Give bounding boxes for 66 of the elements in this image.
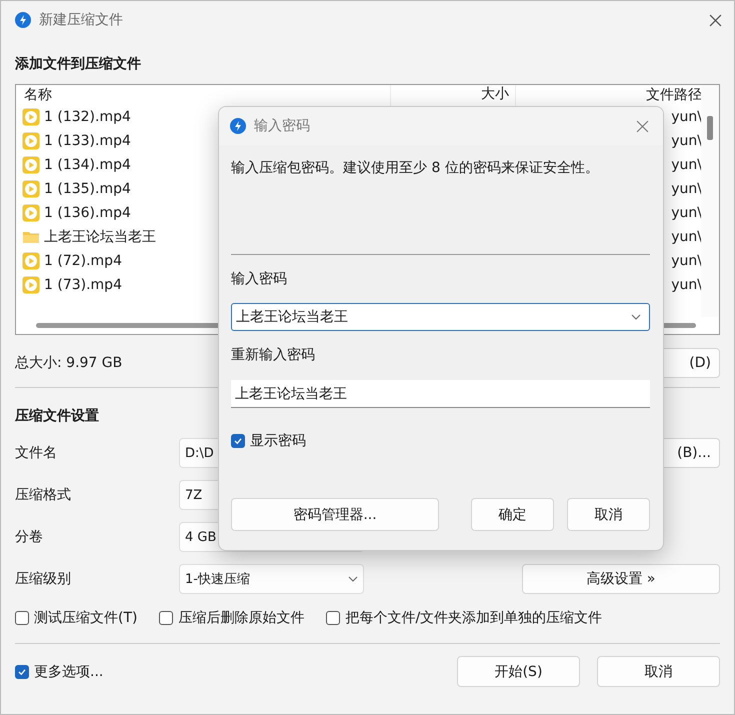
section-heading: 压缩文件设置 (15, 407, 100, 426)
checkbox-label[interactable]: 把每个文件/文件夹添加到单独的压缩文件 (345, 609, 602, 627)
start-button[interactable]: 开始(S) (457, 656, 580, 687)
video-file-icon (22, 132, 40, 150)
file-path: yun\ (671, 157, 702, 173)
section-heading: 添加文件到压缩文件 (15, 55, 142, 74)
field-label: 压缩格式 (15, 486, 72, 504)
app-icon (15, 12, 31, 28)
file-path: yun\ (671, 133, 702, 149)
video-file-icon (22, 204, 40, 222)
file-path: yun\ (671, 229, 702, 245)
file-name[interactable]: 1 (73).mp4 (44, 277, 122, 293)
vertical-scrollbar[interactable] (701, 85, 719, 317)
caret-icon (348, 576, 358, 582)
checkbox-label[interactable]: 测试压缩文件(T) (34, 609, 138, 627)
ok-button[interactable]: 确定 (471, 498, 554, 531)
checkbox[interactable] (231, 434, 245, 448)
cancel-button[interactable]: 取消 (567, 498, 650, 531)
app-icon (230, 118, 246, 134)
action-button[interactable]: 高级设置 » (522, 564, 720, 594)
file-name[interactable]: 1 (136).mp4 (44, 205, 131, 221)
password-manager-button[interactable]: 密码管理器... (231, 498, 439, 531)
file-name[interactable]: 1 (134).mp4 (44, 157, 131, 173)
file-name[interactable]: 1 (135).mp4 (44, 181, 131, 197)
field-label: 分卷 (15, 528, 44, 546)
checkbox[interactable] (15, 664, 29, 678)
total-size: 总大小: 9.97 GB (15, 354, 122, 372)
checkbox[interactable] (326, 611, 340, 625)
video-file-icon (22, 180, 40, 198)
confirm-password-field[interactable]: 上老王论坛当老王 (231, 380, 650, 408)
video-file-icon (22, 252, 40, 270)
file-name[interactable]: 1 (133).mp4 (44, 133, 131, 149)
checkbox-label[interactable]: 更多选项... (34, 662, 104, 680)
video-file-icon (22, 156, 40, 174)
cancel-button[interactable]: 取消 (597, 656, 720, 687)
video-file-icon (22, 108, 40, 126)
close-icon[interactable] (636, 120, 649, 132)
file-path: yun\ (671, 205, 702, 221)
file-path: yun\ (671, 109, 702, 125)
column-header[interactable]: 大小 (391, 85, 516, 105)
file-name[interactable]: 1 (72).mp4 (44, 253, 122, 269)
field-label: 文件名 (15, 444, 58, 462)
caret-icon[interactable] (631, 314, 641, 320)
file-path: yun\ (671, 253, 702, 269)
file-name[interactable]: 1 (132).mp4 (44, 109, 131, 125)
field-label: 压缩级别 (15, 570, 72, 588)
dialog-title: 输入密码 (254, 117, 311, 135)
checkbox-label[interactable]: 压缩后删除原始文件 (178, 609, 304, 627)
checkbox[interactable] (15, 611, 29, 625)
column-header[interactable]: 名称 (16, 85, 391, 105)
checkmark-icon (17, 666, 27, 676)
dropdown[interactable]: 1-快速压缩 (179, 564, 364, 594)
checkbox-label[interactable]: 显示密码 (250, 432, 306, 450)
password-field[interactable]: 上老王论坛当老王 (231, 303, 650, 331)
close-icon[interactable] (709, 14, 722, 26)
checkmark-icon (233, 436, 243, 446)
file-path: yun\ (671, 277, 702, 293)
checkbox[interactable] (159, 611, 174, 625)
file-path: yun\ (671, 181, 702, 197)
window-title: 新建压缩文件 (39, 11, 124, 29)
dialog-message: 输入压缩包密码。建议使用至少 8 位的密码来保证安全性。 (231, 159, 600, 178)
file-name[interactable]: 上老王论坛当老王 (44, 228, 156, 246)
field-label: 重新输入密码 (231, 346, 316, 365)
field-label: 输入密码 (231, 270, 288, 289)
video-file-icon (22, 276, 40, 294)
column-header[interactable]: 文件路径 (516, 85, 702, 105)
